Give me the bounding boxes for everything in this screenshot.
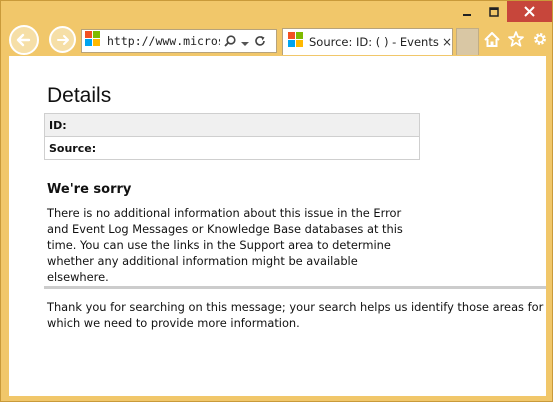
tab-close-icon[interactable]: × [442, 35, 452, 49]
tab-active[interactable]: Source: ID: ( ) - Events ... × [282, 28, 453, 55]
new-tab-button[interactable] [456, 28, 479, 55]
divider [44, 286, 546, 289]
maximize-button[interactable] [480, 1, 507, 22]
home-icon[interactable] [484, 31, 500, 47]
back-arrow-icon [16, 33, 31, 47]
settings-gear-icon[interactable] [532, 31, 548, 47]
sorry-heading: We're sorry [47, 182, 132, 197]
dropdown-arrow-icon[interactable] [241, 32, 249, 51]
maximize-icon [488, 6, 499, 17]
minimize-button[interactable] [453, 1, 480, 22]
thanks-message: Thank you for searching on this message;… [47, 300, 544, 330]
close-window-button[interactable] [507, 1, 552, 22]
address-url[interactable]: http://www.microso... [107, 34, 220, 48]
table-row: Source: [44, 136, 420, 160]
tab-title: Source: ID: ( ) - Events ... [309, 35, 439, 49]
details-table: ID: Source: [44, 113, 420, 160]
browser-window: http://www.microso... [0, 0, 553, 402]
windows-logo-icon [288, 32, 304, 52]
favorites-star-icon[interactable] [508, 31, 524, 47]
search-icon[interactable] [224, 32, 236, 51]
window-caption-buttons [453, 1, 552, 23]
table-row: ID: [44, 113, 420, 137]
windows-logo-icon [85, 31, 101, 51]
address-bar[interactable]: http://www.microso... [81, 29, 277, 53]
page-title: Details [47, 84, 112, 107]
refresh-icon[interactable] [254, 32, 266, 51]
close-icon [524, 6, 535, 17]
back-button[interactable] [9, 25, 39, 55]
page-content: Details ID: Source: We're sorry There is… [9, 56, 546, 396]
forward-button[interactable] [49, 26, 76, 53]
browser-toolbar: http://www.microso... [1, 25, 553, 56]
source-label: Source: [44, 136, 420, 160]
sorry-message: There is no additional information about… [47, 206, 403, 284]
browser-tools [484, 31, 548, 47]
id-label: ID: [44, 113, 420, 137]
forward-arrow-icon [56, 34, 69, 45]
minimize-icon [462, 13, 471, 16]
